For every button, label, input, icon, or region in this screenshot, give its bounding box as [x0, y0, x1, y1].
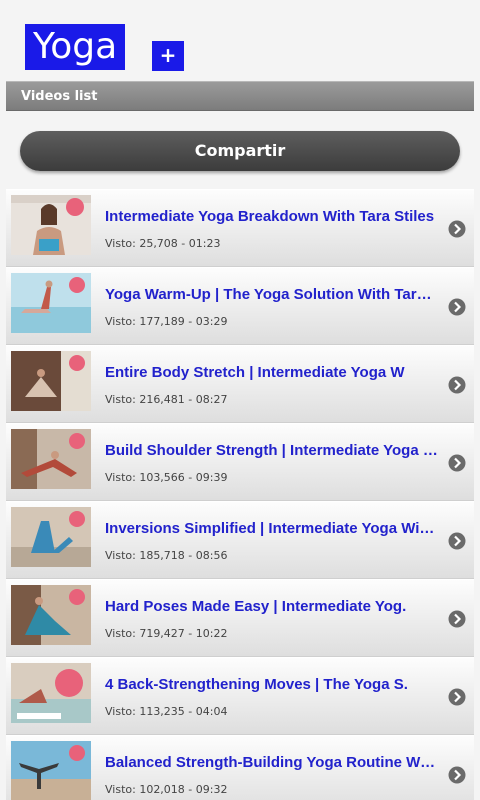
video-item[interactable]: Balanced Strength-Building Yoga Routine …: [6, 735, 474, 800]
video-thumbnail: [11, 507, 91, 567]
chevron-right-circle-icon[interactable]: [448, 220, 466, 238]
chevron-right-circle-icon[interactable]: [448, 454, 466, 472]
video-thumbnail: [11, 585, 91, 645]
video-item[interactable]: Entire Body Stretch | Intermediate Yoga …: [6, 345, 474, 423]
app-header: Yoga +: [0, 0, 480, 80]
video-title: Build Shoulder Strength | Intermediate Y…: [105, 442, 439, 459]
app-title: Yoga: [25, 24, 126, 70]
chevron-right-circle-icon[interactable]: [448, 610, 466, 628]
video-item[interactable]: Build Shoulder Strength | Intermediate Y…: [6, 423, 474, 501]
videos-list-header: Videos list: [6, 81, 474, 111]
video-meta: Visto: 216,481 - 08:27: [105, 393, 228, 406]
chevron-right-circle-icon[interactable]: [448, 298, 466, 316]
chevron-right-circle-icon[interactable]: [448, 688, 466, 706]
video-item[interactable]: Inversions Simplified | Intermediate Yog…: [6, 501, 474, 579]
video-list: Intermediate Yoga Breakdown With Tara St…: [6, 189, 474, 800]
video-title: 4 Back-Strengthening Moves | The Yoga S.: [105, 676, 408, 693]
video-meta: Visto: 103,566 - 09:39: [105, 471, 228, 484]
video-meta: Visto: 113,235 - 04:04: [105, 705, 228, 718]
video-title: Inversions Simplified | Intermediate Yog…: [105, 520, 439, 537]
video-item[interactable]: Intermediate Yoga Breakdown With Tara St…: [6, 189, 474, 267]
video-title: Yoga Warm-Up | The Yoga Solution With Ta…: [105, 286, 439, 303]
video-thumbnail: [11, 429, 91, 489]
video-title: Hard Poses Made Easy | Intermediate Yog.: [105, 598, 407, 615]
share-button[interactable]: Compartir: [20, 131, 460, 171]
video-thumbnail: [11, 351, 91, 411]
video-title: Intermediate Yoga Breakdown With Tara St…: [105, 208, 435, 225]
video-thumbnail: [11, 663, 91, 723]
video-meta: Visto: 102,018 - 09:32: [105, 783, 228, 796]
video-meta: Visto: 719,427 - 10:22: [105, 627, 228, 640]
video-item[interactable]: Hard Poses Made Easy | Intermediate Yog.…: [6, 579, 474, 657]
video-thumbnail: [11, 741, 91, 800]
video-meta: Visto: 177,189 - 03:29: [105, 315, 228, 328]
video-meta: Visto: 185,718 - 08:56: [105, 549, 228, 562]
video-thumbnail: [11, 273, 91, 333]
chevron-right-circle-icon[interactable]: [448, 766, 466, 784]
video-title: Balanced Strength-Building Yoga Routine …: [105, 754, 439, 771]
video-item[interactable]: Yoga Warm-Up | The Yoga Solution With Ta…: [6, 267, 474, 345]
video-title: Entire Body Stretch | Intermediate Yoga …: [105, 364, 405, 381]
chevron-right-circle-icon[interactable]: [448, 376, 466, 394]
video-meta: Visto: 25,708 - 01:23: [105, 237, 221, 250]
add-button[interactable]: +: [152, 41, 184, 71]
video-thumbnail: [11, 195, 91, 255]
video-item[interactable]: 4 Back-Strengthening Moves | The Yoga S.…: [6, 657, 474, 735]
chevron-right-circle-icon[interactable]: [448, 532, 466, 550]
